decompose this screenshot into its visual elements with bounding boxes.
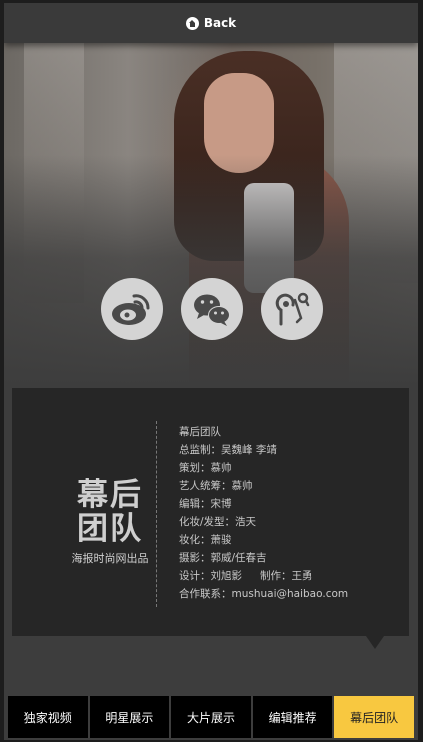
back-label: Back <box>203 16 237 30</box>
credit-line: 总监制：吴魏峰 李靖 <box>179 444 277 456</box>
top-bar: Back <box>4 3 418 43</box>
weibo-button[interactable] <box>101 278 163 340</box>
photo-shirt <box>244 183 294 293</box>
home-icon <box>185 16 199 30</box>
credits-list: 幕后团队 总监制：吴魏峰 李靖 策划：慕帅 艺人统筹：慕帅 编辑：宋博 化妆/发… <box>179 423 404 603</box>
credit-line: 艺人统筹：慕帅 <box>179 480 253 492</box>
photo-background-wall <box>334 43 418 283</box>
nav-editor-picks[interactable]: 编辑推荐 <box>252 696 333 738</box>
photo-face <box>204 73 274 173</box>
brand-title-line2: 团队 <box>77 511 143 547</box>
card-pointer <box>366 636 384 649</box>
credit-line: 摄影：郭威/任春吉 <box>179 552 267 564</box>
brand-title-line1: 幕后 <box>77 477 143 513</box>
page-frame: Back 幕后 团队 海报时尚网出品 幕后团队 总监制：吴魏峰 李靖 策划：慕帅… <box>4 3 418 740</box>
bottom-nav: 独家视频 明星展示 大片展示 编辑推荐 幕后团队 <box>4 696 418 738</box>
contact-line: 合作联系：mushuai@haibao.com <box>179 588 349 600</box>
brand-subtitle: 海报时尚网出品 <box>71 552 149 565</box>
nav-star-showcase[interactable]: 明星展示 <box>89 696 170 738</box>
wechat-icon <box>194 294 230 326</box>
credit-line: 编辑：宋博 <box>179 498 232 510</box>
wechat-button[interactable] <box>181 278 243 340</box>
nav-behind-scenes-team[interactable]: 幕后团队 <box>334 696 414 738</box>
production-credit: 制作：王勇 <box>260 570 313 582</box>
social-share-bar <box>101 278 325 340</box>
credit-line: 幕后团队 <box>179 426 221 438</box>
weibo-icon <box>112 294 150 325</box>
credit-line: 妆化：萧骏 <box>179 534 232 546</box>
photo-coat <box>189 153 349 385</box>
dashed-divider <box>156 421 157 607</box>
earphone-button[interactable] <box>261 278 323 340</box>
credit-line-design-production: 设计：刘旭影 制作：王勇 <box>179 567 404 585</box>
earphone-icon <box>275 292 310 326</box>
nav-exclusive-video[interactable]: 独家视频 <box>8 696 88 738</box>
back-button[interactable]: Back <box>185 16 237 30</box>
photo-background-beam <box>24 43 84 303</box>
team-info-card: 幕后 团队 海报时尚网出品 幕后团队 总监制：吴魏峰 李靖 策划：慕帅 艺人统筹… <box>12 388 409 636</box>
brand-block: 幕后 团队 海报时尚网出品 <box>50 478 170 566</box>
credit-line: 策划：慕帅 <box>179 462 232 474</box>
credit-line: 化妆/发型：浩天 <box>179 516 257 528</box>
design-credit: 设计：刘旭影 <box>179 570 242 582</box>
nav-photo-showcase[interactable]: 大片展示 <box>171 696 251 738</box>
